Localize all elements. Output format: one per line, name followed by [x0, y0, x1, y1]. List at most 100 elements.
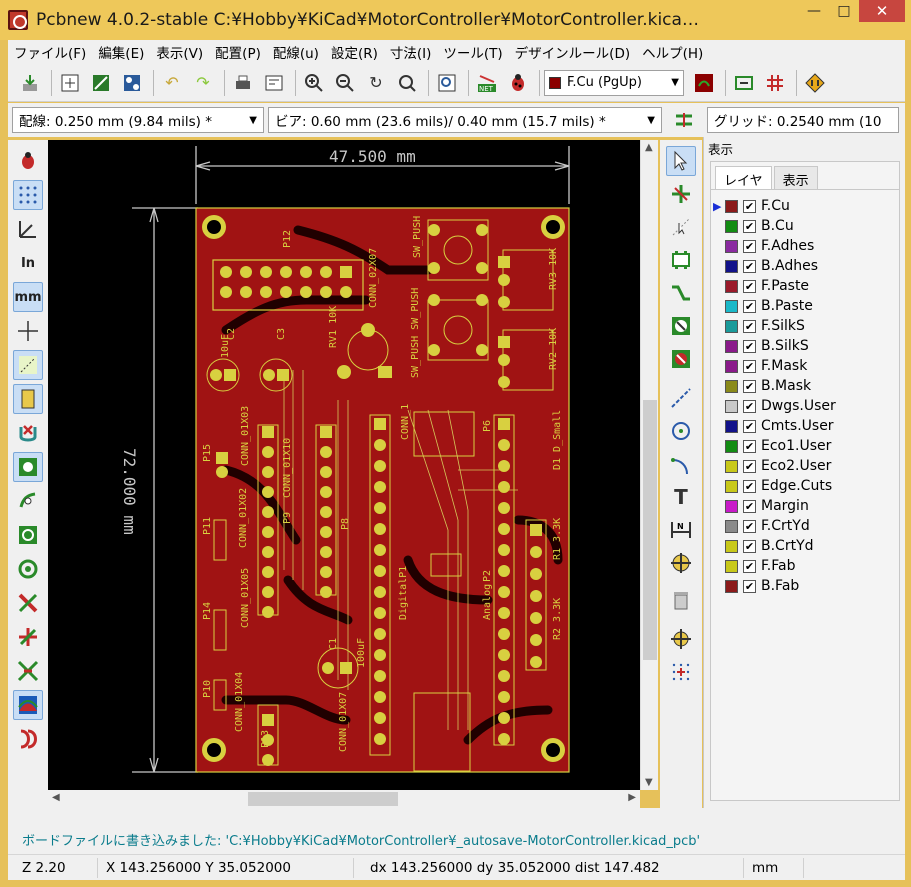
close-button[interactable]: ✕ — [859, 0, 905, 22]
menu-view[interactable]: 表示(V) — [150, 42, 209, 62]
menu-design-rules[interactable]: デザインルール(D) — [509, 42, 636, 62]
layer-row-f-crtyd[interactable]: ✔ F.CrtYd — [711, 516, 899, 536]
layer-color-swatch[interactable] — [725, 319, 738, 333]
show-tracks-sketch-icon[interactable] — [13, 588, 43, 618]
redo-icon[interactable]: ↷ — [189, 69, 217, 97]
menu-file[interactable]: ファイル(F) — [8, 42, 92, 62]
read-netlist-icon[interactable]: NET — [473, 69, 501, 97]
polar-coords-icon[interactable] — [13, 214, 43, 244]
local-ratsnest-icon[interactable] — [666, 212, 696, 242]
layer-row-f-cu[interactable]: ▶ ✔ F.Cu — [711, 196, 899, 216]
menu-edit[interactable]: 編集(E) — [92, 42, 150, 62]
interactive-router-icon[interactable] — [801, 69, 829, 97]
scroll-up-icon[interactable]: ▲ — [645, 142, 653, 153]
vertical-scrollbar[interactable]: ▲ ▼ — [640, 140, 658, 790]
layer-color-swatch[interactable] — [725, 499, 738, 513]
drc-bug-icon[interactable] — [504, 69, 532, 97]
show-ratsnest-icon[interactable] — [13, 350, 43, 380]
units-inch-icon[interactable]: In — [13, 248, 43, 278]
layer-row-edge-cuts[interactable]: ✔ Edge.Cuts — [711, 476, 899, 496]
layer-color-swatch[interactable] — [725, 559, 738, 573]
layer-visibility-checkbox[interactable]: ✔ — [743, 219, 756, 233]
layer-color-swatch[interactable] — [725, 479, 738, 493]
layer-row-f-mask[interactable]: ✔ F.Mask — [711, 356, 899, 376]
high-contrast-icon[interactable] — [13, 622, 43, 652]
layer-visibility-checkbox[interactable]: ✔ — [743, 419, 756, 433]
zoom-in-icon[interactable] — [300, 69, 328, 97]
set-grid-origin-icon[interactable] — [666, 657, 696, 687]
layer-visibility-checkbox[interactable]: ✔ — [743, 439, 756, 453]
layer-row-b-silks[interactable]: ✔ B.SilkS — [711, 336, 899, 356]
layer-color-swatch[interactable] — [725, 459, 738, 473]
layer-color-swatch[interactable] — [725, 259, 738, 273]
layer-color-swatch[interactable] — [725, 359, 738, 373]
layer-visibility-checkbox[interactable]: ✔ — [743, 319, 756, 333]
layer-color-swatch[interactable] — [725, 579, 738, 593]
add-keepout-icon[interactable] — [666, 344, 696, 374]
menu-help[interactable]: ヘルプ(H) — [636, 42, 709, 62]
show-zones-icon[interactable] — [13, 452, 43, 482]
layer-visibility-checkbox[interactable]: ✔ — [743, 239, 756, 253]
layer-color-swatch[interactable] — [725, 439, 738, 453]
scroll-down-icon[interactable]: ▼ — [645, 777, 653, 788]
layer-visibility-checkbox[interactable]: ✔ — [743, 499, 756, 513]
layer-visibility-checkbox[interactable]: ✔ — [743, 459, 756, 473]
scroll-left-icon[interactable]: ◀ — [52, 792, 60, 803]
tab-layers[interactable]: レイヤ — [715, 166, 772, 189]
layer-visibility-checkbox[interactable]: ✔ — [743, 519, 756, 533]
auto-delete-track-icon[interactable] — [13, 418, 43, 448]
zoom-fit-icon[interactable] — [393, 69, 421, 97]
layer-row-margin[interactable]: ✔ Margin — [711, 496, 899, 516]
show-pads-sketch-icon[interactable] — [13, 520, 43, 550]
layer-visibility-checkbox[interactable]: ✔ — [743, 259, 756, 273]
layer-row-dwgs-user[interactable]: ✔ Dwgs.User — [711, 396, 899, 416]
layer-color-swatch[interactable] — [725, 399, 738, 413]
cursor-shape-icon[interactable] — [13, 316, 43, 346]
track-width-select[interactable]: 配線: 0.250 mm (9.84 mils) * ▼ — [12, 107, 264, 133]
scroll-right-icon[interactable]: ▶ — [628, 792, 636, 803]
add-line-icon[interactable] — [666, 383, 696, 413]
add-circle-icon[interactable] — [666, 416, 696, 446]
layer-row-eco1-user[interactable]: ✔ Eco1.User — [711, 436, 899, 456]
horizontal-scroll-thumb[interactable] — [248, 792, 398, 806]
plot-icon[interactable] — [260, 69, 288, 97]
show-module-ratsnest-icon[interactable] — [13, 384, 43, 414]
layer-row-b-adhes[interactable]: ✔ B.Adhes — [711, 256, 899, 276]
layer-color-swatch[interactable] — [725, 239, 738, 253]
layer-visibility-checkbox[interactable]: ✔ — [743, 339, 756, 353]
add-via-icon[interactable] — [666, 311, 696, 341]
microwave-toolbar-icon[interactable] — [13, 656, 43, 686]
layer-visibility-checkbox[interactable]: ✔ — [743, 399, 756, 413]
layer-row-b-paste[interactable]: ✔ B.Paste — [711, 296, 899, 316]
layer-manager-icon[interactable] — [13, 690, 43, 720]
horizontal-scrollbar[interactable]: ◀ ▶ — [48, 790, 640, 808]
drc-off-icon[interactable] — [13, 146, 43, 176]
layer-row-cmts-user[interactable]: ✔ Cmts.User — [711, 416, 899, 436]
layer-color-swatch[interactable] — [725, 339, 738, 353]
highlight-net-icon[interactable] — [666, 179, 696, 209]
track-mode-icon[interactable] — [761, 69, 789, 97]
layer-visibility-checkbox[interactable]: ✔ — [743, 279, 756, 293]
zoom-out-icon[interactable] — [331, 69, 359, 97]
layer-color-swatch[interactable] — [725, 519, 738, 533]
add-text-icon[interactable]: T — [666, 482, 696, 512]
layer-select-dropdown[interactable]: F.Cu (PgUp) ▼ — [544, 69, 684, 96]
layer-row-b-fab[interactable]: ✔ B.Fab — [711, 576, 899, 596]
vertical-scroll-thumb[interactable] — [643, 400, 657, 660]
pcb-canvas[interactable]: 47.500 mm 72.000 mm P12 CONN_02X07 SW_PU… — [48, 140, 640, 790]
route-track-icon[interactable] — [666, 278, 696, 308]
undo-icon[interactable]: ↶ — [158, 69, 186, 97]
layer-color-swatch[interactable] — [725, 299, 738, 313]
add-footprint-icon[interactable] — [666, 245, 696, 275]
tab-render[interactable]: 表示 — [773, 166, 818, 189]
add-dimension-icon[interactable]: N — [666, 515, 696, 545]
redraw-icon[interactable]: ↻ — [362, 69, 390, 97]
menu-preferences[interactable]: 設定(R) — [325, 42, 384, 62]
layer-visibility-checkbox[interactable]: ✔ — [743, 559, 756, 573]
board-setup-icon[interactable] — [87, 69, 115, 97]
select-arrow-icon[interactable] — [666, 146, 696, 176]
layer-color-swatch[interactable] — [725, 539, 738, 553]
layer-row-f-adhes[interactable]: ✔ F.Adhes — [711, 236, 899, 256]
print-icon[interactable] — [229, 69, 257, 97]
maximize-button[interactable]: □ — [829, 0, 859, 22]
